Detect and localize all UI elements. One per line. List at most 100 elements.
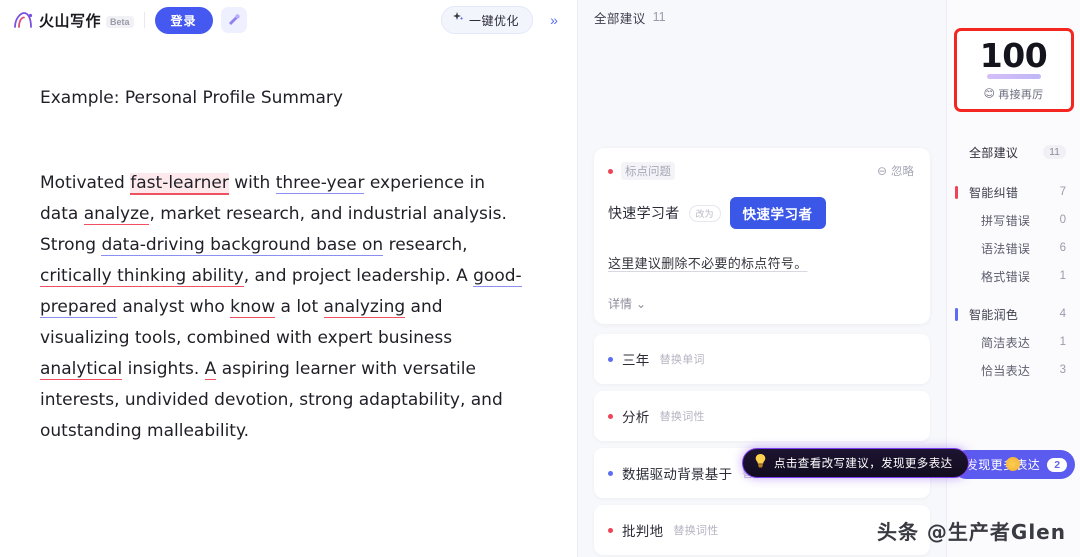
document-body[interactable]: Motivated fast-learner with three-year e… bbox=[40, 168, 523, 447]
error-span-critically-thinking[interactable]: critically thinking ability bbox=[40, 265, 244, 287]
list-item-word: 数据驱动背景基于 bbox=[622, 467, 733, 482]
category-count: 7 bbox=[1059, 186, 1066, 198]
text-run: Motivated bbox=[40, 172, 131, 193]
suggestion-description: 这里建议删除不必要的标点符号。 bbox=[608, 256, 808, 271]
category-count: 1 bbox=[1059, 270, 1066, 282]
list-item[interactable]: 三年 替换单词 bbox=[594, 334, 930, 384]
sun-highlight-icon bbox=[1005, 457, 1020, 471]
score-panel: 100 😊 再接再厉 全部建议 11 智能纠错 7 拼写错误 0 语法错误 6 … bbox=[946, 0, 1080, 557]
replacement-row: 快速学习者 改为 快速学习者 bbox=[608, 197, 914, 229]
suggestion-header-count: 11 bbox=[652, 10, 666, 24]
optimize-label: 一键优化 bbox=[468, 13, 519, 28]
error-span-analytical[interactable]: analytical bbox=[40, 358, 123, 380]
discover-badge: 2 bbox=[1047, 457, 1068, 472]
suggestion-card[interactable]: 标点问题 ⊖ 忽略 快速学习者 改为 快速学习者 这里建议删除不必要的标点符号。… bbox=[594, 148, 930, 324]
document-title: Example: Personal Profile Summary bbox=[40, 88, 343, 108]
score-value: 100 bbox=[979, 35, 1048, 75]
editor-column: 火山写作 Beta 登录 一键优化 » Example: Personal Pr… bbox=[0, 0, 578, 557]
lightbulb-icon bbox=[754, 453, 767, 473]
list-item-action: 替换词性 bbox=[659, 411, 705, 423]
text-run: research, bbox=[383, 234, 468, 255]
category-color-bar bbox=[955, 185, 958, 199]
collapse-panel-icon[interactable]: » bbox=[541, 7, 567, 33]
category-name: 智能纠错 bbox=[969, 185, 1019, 200]
category-all-suggestions[interactable]: 全部建议 11 bbox=[947, 138, 1080, 166]
category-count: 3 bbox=[1059, 364, 1066, 376]
text-run: analyst who bbox=[116, 296, 231, 317]
category-list: 全部建议 11 智能纠错 7 拼写错误 0 语法错误 6 格式错误 1 智能润色… bbox=[947, 138, 1080, 384]
category-name: 智能润色 bbox=[969, 307, 1019, 322]
app-window: 火山写作 Beta 登录 一键优化 » Example: Personal Pr… bbox=[0, 0, 1080, 557]
suggestion-details-toggle[interactable]: 详情 ⌄ bbox=[608, 295, 914, 312]
text-run: , and project leadership. A bbox=[243, 265, 474, 286]
error-span-analyzing[interactable]: analyzing bbox=[323, 296, 406, 318]
suggestion-type-tag: 标点问题 bbox=[621, 162, 675, 180]
category-name: 简洁表达 bbox=[981, 335, 1031, 350]
document-editor[interactable]: Example: Personal Profile Summary Motiva… bbox=[0, 40, 577, 557]
score-underline-decoration bbox=[986, 73, 1041, 79]
brand-name: 火山写作 bbox=[39, 12, 102, 30]
error-span-analyze[interactable]: analyze bbox=[83, 203, 150, 225]
change-to-label: 改为 bbox=[688, 204, 721, 222]
category-count: 6 bbox=[1059, 242, 1066, 254]
error-span-a[interactable]: A bbox=[204, 358, 217, 380]
polish-span-data-driving[interactable]: data-driving background base on bbox=[101, 234, 384, 256]
discover-more-button[interactable]: 发现更多表达 2 bbox=[951, 450, 1076, 479]
category-count: 4 bbox=[1059, 308, 1066, 320]
text-run: insights. bbox=[122, 358, 205, 379]
list-item-word: 批判地 bbox=[622, 524, 664, 539]
text-run: a lot bbox=[275, 296, 324, 317]
beta-badge: Beta bbox=[106, 16, 134, 28]
suggestion-header-label: 全部建议 bbox=[594, 11, 646, 26]
list-item[interactable]: 分析 替换词性 bbox=[594, 391, 930, 441]
suggestion-card-header: 标点问题 ⊖ 忽略 bbox=[608, 162, 914, 180]
category-group-gap bbox=[947, 290, 1080, 300]
category-name: 拼写错误 bbox=[981, 213, 1031, 228]
category-grammar-error[interactable]: 语法错误 6 bbox=[947, 234, 1080, 262]
top-toolbar: 火山写作 Beta 登录 一键优化 » bbox=[0, 0, 577, 40]
text-run: with bbox=[228, 172, 276, 193]
category-color-bar bbox=[955, 307, 958, 321]
apply-replacement-button[interactable]: 快速学习者 bbox=[729, 197, 826, 229]
details-label: 详情 bbox=[608, 297, 633, 311]
error-span-fast-learner[interactable]: fast-learner bbox=[130, 172, 229, 195]
polish-span-three-year[interactable]: three-year bbox=[275, 172, 365, 194]
discover-label: 发现更多表达 bbox=[965, 458, 1041, 472]
magic-wand-icon[interactable] bbox=[220, 7, 247, 33]
category-name: 全部建议 bbox=[969, 145, 1019, 160]
category-smart-correction[interactable]: 智能纠错 7 bbox=[947, 178, 1080, 206]
score-box: 100 😊 再接再厉 bbox=[953, 28, 1074, 112]
volcano-logo-icon bbox=[12, 10, 34, 30]
ignore-button[interactable]: ⊖ 忽略 bbox=[877, 163, 914, 179]
sparkle-icon bbox=[452, 11, 465, 29]
ignore-label: 忽略 bbox=[891, 166, 914, 178]
tooltip-text: 点击查看改写建议，发现更多表达 bbox=[774, 458, 953, 470]
brand: 火山写作 Beta bbox=[12, 10, 134, 31]
rewrite-hint-tooltip[interactable]: 点击查看改写建议，发现更多表达 bbox=[742, 448, 969, 478]
severity-dot-icon bbox=[608, 413, 613, 419]
category-smart-polish[interactable]: 智能润色 4 bbox=[947, 300, 1080, 328]
error-span-know[interactable]: know bbox=[230, 296, 276, 318]
watermark: 头条 @生产者Glen bbox=[876, 520, 1066, 544]
category-spelling-error[interactable]: 拼写错误 0 bbox=[947, 206, 1080, 234]
category-format-error[interactable]: 格式错误 1 bbox=[947, 262, 1080, 290]
suggestion-header: 全部建议 11 bbox=[578, 0, 946, 34]
smiley-emoji-icon: 😊 bbox=[983, 88, 996, 100]
category-appropriate-expression[interactable]: 恰当表达 3 bbox=[947, 356, 1080, 384]
one-click-optimize-button[interactable]: 一键优化 bbox=[440, 6, 533, 34]
suggestion-scroll-area[interactable]: 标点问题 ⊖ 忽略 快速学习者 改为 快速学习者 这里建议删除不必要的标点符号。… bbox=[578, 34, 946, 557]
list-item-word: 分析 bbox=[622, 410, 650, 425]
severity-dot-icon bbox=[608, 470, 613, 476]
list-item-word: 三年 bbox=[622, 353, 650, 368]
list-item-action: 替换单词 bbox=[659, 354, 705, 366]
category-name: 格式错误 bbox=[981, 269, 1031, 284]
category-name: 恰当表达 bbox=[981, 363, 1031, 378]
minus-circle-icon: ⊖ bbox=[876, 164, 887, 178]
severity-dot-icon bbox=[608, 356, 613, 362]
toolbar-divider bbox=[143, 12, 145, 28]
severity-dot-icon bbox=[608, 527, 613, 533]
category-concise-expression[interactable]: 简洁表达 1 bbox=[947, 328, 1080, 356]
score-caption-label: 再接再厉 bbox=[998, 88, 1044, 101]
category-name: 语法错误 bbox=[981, 241, 1031, 256]
login-button[interactable]: 登录 bbox=[154, 6, 213, 34]
